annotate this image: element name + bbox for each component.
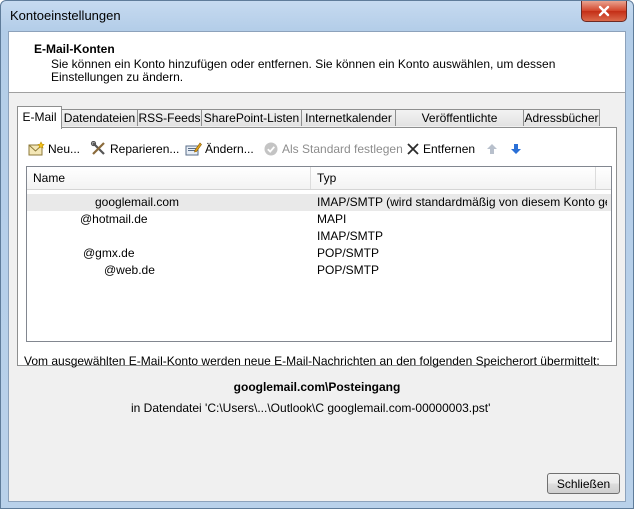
tab-label: Internetkalender (305, 111, 392, 125)
title-bar[interactable]: Kontoeinstellungen (1, 1, 633, 31)
window-title: Kontoeinstellungen (10, 8, 121, 23)
set-default-button[interactable]: Als Standard festlegen (263, 138, 403, 160)
account-row[interactable]: IMAP/SMTP (27, 228, 611, 245)
move-up-button[interactable] (486, 138, 498, 160)
remove-button[interactable]: Entfernen (406, 138, 475, 160)
account-row[interactable]: @hotmail.de MAPI (27, 211, 611, 228)
change-button[interactable]: Ändern... (185, 138, 254, 160)
close-icon (598, 5, 610, 17)
arrow-down-icon (511, 144, 521, 154)
account-type: IMAP/SMTP (317, 229, 384, 243)
column-type-label: Typ (317, 171, 337, 185)
email-tab-page: Neu... Reparieren... Ändern... Als Stand… (17, 127, 617, 366)
account-row[interactable]: @gmx.de POP/SMTP (27, 245, 611, 262)
account-name: @gmx.de (83, 246, 135, 260)
column-header-name[interactable]: Name (27, 167, 311, 189)
page-description: Sie können ein Konto hinzufügen oder ent… (51, 57, 556, 84)
account-type: MAPI (317, 212, 347, 226)
repair-tools-icon (90, 141, 105, 155)
window-close-button[interactable] (581, 1, 627, 22)
arrow-up-icon (487, 144, 497, 154)
account-row[interactable]: googlemail.com IMAP/SMTP (wird standardm… (27, 194, 611, 211)
set-default-label: Als Standard festlegen (282, 142, 403, 156)
accounts-list-header: Name Typ (27, 167, 611, 190)
account-type: POP/SMTP (317, 263, 380, 277)
dialog-client: E-Mail-Konten Sie können ein Konto hinzu… (8, 31, 626, 502)
tab-published-calendars[interactable]: Veröffentlichte Kalender (395, 109, 524, 142)
tab-label: Adressbücher (524, 111, 599, 125)
close-button[interactable]: Schließen (547, 473, 620, 494)
delivery-info-text: Vom ausgewählten E-Mail-Konto werden neu… (24, 354, 600, 368)
repair-label: Reparieren... (110, 142, 180, 156)
change-label: Ändern... (205, 142, 254, 156)
tab-label: SharePoint-Listen (203, 111, 300, 125)
repair-button[interactable]: Reparieren... (90, 138, 179, 160)
tab-rss-feeds[interactable]: RSS-Feeds (137, 109, 202, 126)
header-panel: E-Mail-Konten Sie können ein Konto hinzu… (9, 32, 625, 93)
new-account-button[interactable]: Neu... (28, 138, 80, 160)
new-account-label: Neu... (48, 142, 81, 156)
close-button-label: Schließen (556, 477, 611, 491)
move-down-button[interactable] (510, 138, 522, 160)
tab-label: E-Mail (22, 110, 57, 124)
remove-x-icon (407, 143, 419, 155)
accounts-toolbar: Neu... Reparieren... Ändern... Als Stand… (18, 138, 616, 162)
tab-label: RSS-Feeds (138, 111, 201, 125)
delivery-folder: googlemail.com\Posteingang (233, 380, 401, 394)
checkmark-circle-icon (264, 142, 278, 156)
page-title: E-Mail-Konten (34, 42, 115, 56)
account-name: @web.de (104, 263, 155, 277)
remove-label: Entfernen (423, 142, 476, 156)
tab-address-books[interactable]: Adressbücher (523, 109, 600, 126)
account-name: @hotmail.de (80, 212, 148, 226)
account-name: googlemail.com (95, 195, 180, 209)
column-name-label: Name (33, 171, 66, 185)
account-type: POP/SMTP (317, 246, 380, 260)
column-header-type[interactable]: Typ (311, 167, 596, 189)
tab-data-files[interactable]: Datendateien (61, 109, 138, 126)
tab-email[interactable]: E-Mail (17, 106, 62, 129)
accounts-list[interactable]: Name Typ googlemail.com IMAP/SMTP (wird … (26, 166, 612, 342)
tab-sharepoint-lists[interactable]: SharePoint-Listen (201, 109, 302, 126)
account-type: IMAP/SMTP (wird standardmäßig von diesem… (317, 195, 607, 209)
tab-label: Datendateien (63, 111, 136, 125)
account-settings-window: Kontoeinstellungen E-Mail-Konten Sie kön… (0, 0, 634, 509)
account-row[interactable]: @web.de POP/SMTP (27, 262, 611, 279)
change-account-icon (185, 142, 202, 156)
tab-internet-calendars[interactable]: Internetkalender (301, 109, 396, 126)
delivery-data-file: in Datendatei 'C:\Users\...\Outlook\C go… (131, 401, 491, 415)
new-mail-icon (28, 141, 45, 156)
